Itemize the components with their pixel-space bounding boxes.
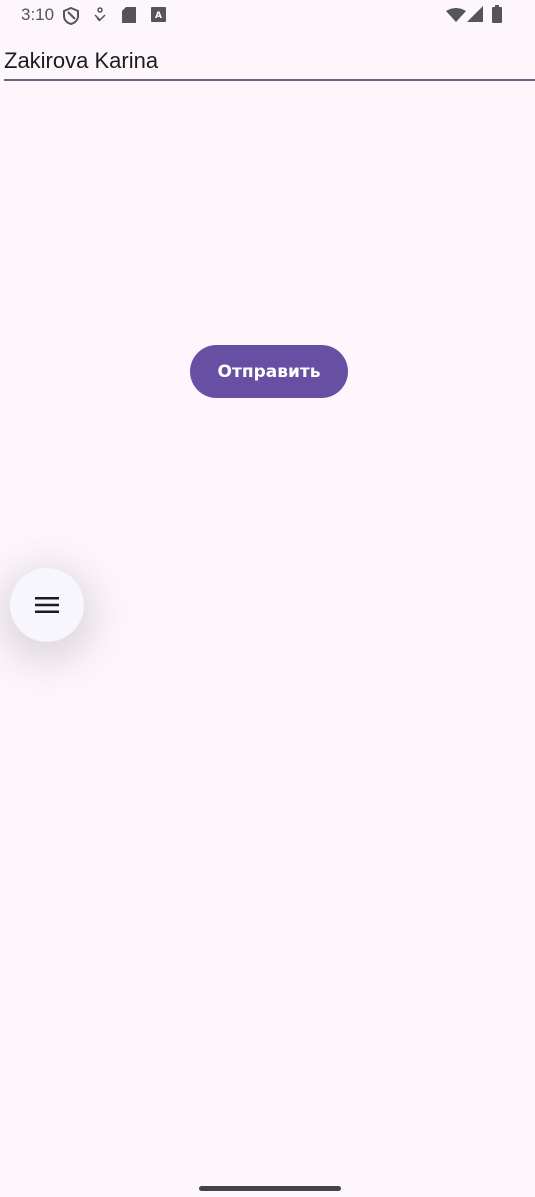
wifi-icon (446, 8, 466, 22)
status-bar: 3:10 A (0, 0, 535, 30)
name-input[interactable]: Zakirova Karina (4, 44, 535, 81)
battery-icon (492, 5, 502, 23)
sd-card-icon (122, 7, 136, 23)
download-icon (94, 7, 106, 22)
keyboard-a-icon: A (151, 7, 166, 22)
name-input-value: Zakirova Karina (4, 48, 159, 73)
menu-icon (35, 597, 59, 613)
shield-icon (63, 7, 79, 25)
svg-text:A: A (155, 11, 162, 21)
gesture-nav-handle[interactable] (199, 1186, 341, 1191)
signal-icon (467, 6, 483, 22)
status-time: 3:10 (21, 5, 55, 24)
menu-button[interactable] (10, 568, 84, 642)
send-button[interactable]: Отправить (190, 345, 348, 398)
